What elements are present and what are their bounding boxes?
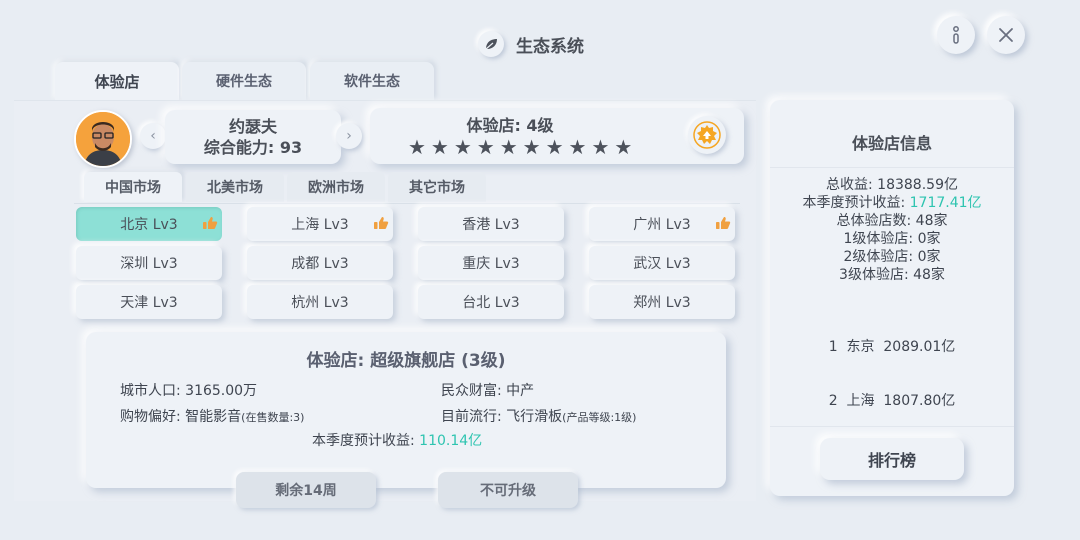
expected-income-group: 本季度预计收益: 110.14亿 <box>312 430 482 450</box>
character-power: 综合能力: 93 <box>203 138 303 157</box>
avatar <box>74 110 132 168</box>
detail-title: 体验店: 超级旗舰店 (3级) <box>306 351 506 371</box>
character-name: 约瑟夫 <box>228 117 277 136</box>
store-level-card: 体验店: 4级 ★★★★★★★★★★ <box>370 108 744 164</box>
season-income-value: 1717.41亿 <box>909 195 982 211</box>
button-label: 排行榜 <box>867 451 916 470</box>
tab-label: 其它市场 <box>409 180 465 196</box>
city-button[interactable]: 成都 Lv3 <box>247 246 393 280</box>
tab-label: 欧洲市场 <box>308 180 364 196</box>
remaining-weeks-button[interactable]: 剩余14周 <box>236 472 376 508</box>
info-icon <box>953 26 959 44</box>
store-info-panel: 体验店信息 总收益: 18388.59亿 本季度预计收益: 1717.41亿 总… <box>770 100 1014 496</box>
season-income-label: 本季度预计收益: <box>802 195 910 211</box>
ranking-button[interactable]: 排行榜 <box>820 438 964 480</box>
city-label: 上海 Lv3 <box>291 217 349 233</box>
chevron-left-icon: ‹ <box>150 128 156 144</box>
lv2-stores: 2级体验店: 0家 <box>843 249 941 265</box>
lv3-stores: 3级体验店: 48家 <box>839 267 945 283</box>
city-label: 北京 Lv3 <box>120 217 178 233</box>
city-button[interactable]: 武汉 Lv3 <box>589 246 735 280</box>
leaf-icon <box>478 31 504 57</box>
star-icons: ★★★★★★★★★★ <box>408 135 638 159</box>
tab-europe-market[interactable]: 欧洲市场 <box>287 172 385 202</box>
city-button[interactable]: 杭州 Lv3 <box>247 285 393 319</box>
divider <box>770 167 1014 168</box>
city-button[interactable]: 香港 Lv3 <box>418 207 564 241</box>
trend-group: 目前流行: 飞行滑板(产品等级:1级) <box>441 406 636 426</box>
upgrade-disabled-button[interactable]: 不可升级 <box>438 472 578 508</box>
thumbs-up-icon <box>715 215 731 231</box>
button-label: 不可升级 <box>480 483 536 499</box>
expected-income-label: 本季度预计收益: <box>312 433 420 449</box>
tab-china-market[interactable]: 中国市场 <box>84 172 182 202</box>
city-label: 郑州 Lv3 <box>633 295 691 311</box>
preference-group: 购物偏好: 智能影音(在售数量:3) <box>120 406 304 426</box>
preference-note: (在售数量:3) <box>241 411 305 424</box>
preference-text: 购物偏好: 智能影音 <box>120 409 242 425</box>
tab-label: 北美市场 <box>207 180 263 196</box>
tab-label: 硬件生态 <box>216 74 272 90</box>
info-stats: 总收益: 18388.59亿 本季度预计收益: 1717.41亿 总体验店数: … <box>770 176 1014 284</box>
character-portrait-icon <box>76 112 130 166</box>
city-button[interactable]: 天津 Lv3 <box>76 285 222 319</box>
tab-hardware[interactable]: 硬件生态 <box>182 62 306 100</box>
ranking-item: 2 上海 1807.80亿 <box>828 393 956 409</box>
button-label: 剩余14周 <box>275 483 337 499</box>
total-stores: 总体验店数: 48家 <box>836 213 948 229</box>
city-detail-panel: 体验店: 超级旗舰店 (3级) 城市人口: 3165.00万 民众财富: 中产 … <box>86 332 726 488</box>
tab-software[interactable]: 软件生态 <box>310 62 434 100</box>
store-level-label: 体验店: 4级 <box>466 116 554 135</box>
divider <box>770 426 1014 427</box>
next-character-button[interactable]: › <box>336 123 362 149</box>
city-label: 香港 Lv3 <box>462 217 520 233</box>
thumbs-up-icon <box>373 215 389 231</box>
divider <box>74 203 740 204</box>
city-button[interactable]: 重庆 Lv3 <box>418 246 564 280</box>
tab-store[interactable]: 体验店 <box>55 62 179 100</box>
city-label: 天津 Lv3 <box>120 295 178 311</box>
city-button[interactable]: 台北 Lv3 <box>418 285 564 319</box>
tab-label: 软件生态 <box>344 74 400 90</box>
expected-income-value: 110.14亿 <box>419 433 483 449</box>
chevron-right-icon: › <box>346 128 352 144</box>
city-label: 杭州 Lv3 <box>291 295 349 311</box>
header-title-group: 生态系统 <box>478 30 584 58</box>
tab-other-market[interactable]: 其它市场 <box>388 172 486 202</box>
trend-text: 目前流行: 飞行滑板 <box>441 409 563 425</box>
city-label: 深圳 Lv3 <box>120 256 178 272</box>
trend-note: (产品等级:1级) <box>562 411 637 424</box>
city-label: 重庆 Lv3 <box>462 256 520 272</box>
ranking-item: 1 东京 2089.01亿 <box>828 339 956 355</box>
close-icon <box>999 28 1013 42</box>
prev-character-button[interactable]: ‹ <box>140 123 166 149</box>
population-text: 城市人口: 3165.00万 <box>120 383 258 399</box>
upgrade-gear-icon <box>693 121 721 149</box>
character-card: 约瑟夫 综合能力: 93 <box>165 110 341 164</box>
city-button[interactable]: 郑州 Lv3 <box>589 285 735 319</box>
city-button[interactable]: 广州 Lv3 <box>589 207 735 241</box>
tab-label: 中国市场 <box>105 180 161 196</box>
thumbs-up-icon <box>202 215 218 231</box>
upgrade-button[interactable] <box>688 116 726 154</box>
city-label: 广州 Lv3 <box>633 217 691 233</box>
tab-north-america-market[interactable]: 北美市场 <box>186 172 284 202</box>
city-button[interactable]: 北京 Lv3 <box>76 207 222 241</box>
page-title: 生态系统 <box>516 36 584 57</box>
city-button[interactable]: 上海 Lv3 <box>247 207 393 241</box>
info-button[interactable] <box>937 16 975 54</box>
lv1-stores: 1级体验店: 0家 <box>843 231 941 247</box>
season-income-group: 本季度预计收益: 1717.41亿 <box>770 194 1014 212</box>
city-button[interactable]: 深圳 Lv3 <box>76 246 222 280</box>
star-rating: ★★★★★★★★★★ <box>408 136 637 158</box>
info-title: 体验店信息 <box>851 134 932 153</box>
city-label: 武汉 Lv3 <box>633 256 691 272</box>
close-button[interactable] <box>987 16 1025 54</box>
city-label: 成都 Lv3 <box>291 256 349 272</box>
city-label: 台北 Lv3 <box>462 295 520 311</box>
wealth-text: 民众财富: 中产 <box>441 383 535 399</box>
total-income: 总收益: 18388.59亿 <box>826 177 958 193</box>
tab-label: 体验店 <box>94 72 140 91</box>
